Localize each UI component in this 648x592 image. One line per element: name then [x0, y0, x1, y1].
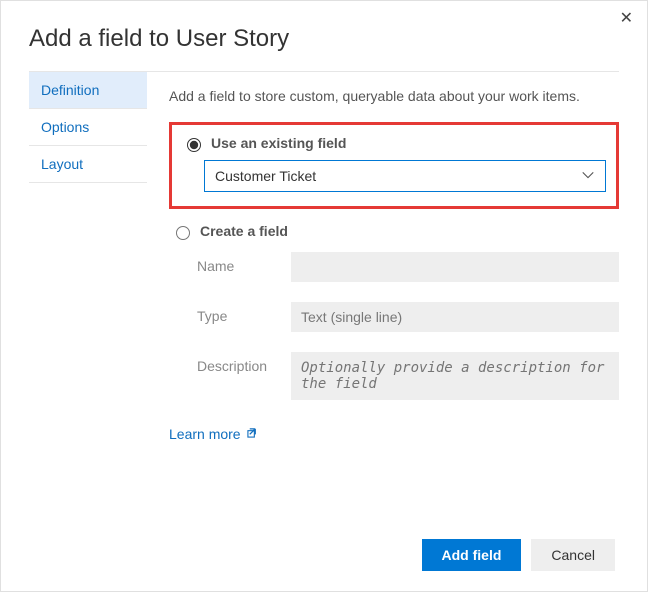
- learn-more-label: Learn more: [169, 426, 241, 442]
- add-field-button[interactable]: Add field: [422, 539, 522, 571]
- close-icon[interactable]: ✕: [620, 11, 633, 27]
- dialog-body: Definition Options Layout Add a field to…: [1, 72, 647, 442]
- sidebar-item-layout[interactable]: Layout: [29, 146, 147, 183]
- external-link-icon: [247, 427, 258, 441]
- sidebar-item-definition[interactable]: Definition: [29, 72, 147, 109]
- type-label: Type: [197, 302, 291, 324]
- content-panel: Add a field to store custom, queryable d…: [147, 72, 647, 442]
- sidebar-item-label: Layout: [41, 156, 83, 172]
- use-existing-radio[interactable]: [187, 138, 201, 152]
- use-existing-radio-row: Use an existing field: [182, 135, 606, 152]
- create-field-radio-row: Create a field: [171, 223, 619, 240]
- existing-field-section: Use an existing field Customer Ticket: [169, 122, 619, 209]
- learn-more-link[interactable]: Learn more: [169, 426, 258, 442]
- sidebar-item-label: Definition: [41, 82, 99, 98]
- description-row: Description: [197, 352, 619, 400]
- description-input[interactable]: [291, 352, 619, 400]
- type-value: Text (single line): [301, 309, 402, 325]
- create-field-label: Create a field: [200, 223, 288, 239]
- dialog-footer: Add field Cancel: [422, 539, 615, 571]
- add-field-dialog: ✕ Add a field to User Story Definition O…: [0, 0, 648, 592]
- create-field-radio[interactable]: [176, 226, 190, 240]
- description-label: Description: [197, 352, 291, 374]
- sidebar-item-label: Options: [41, 119, 89, 135]
- name-row: Name: [197, 252, 619, 282]
- cancel-button[interactable]: Cancel: [531, 539, 615, 571]
- name-input[interactable]: [291, 252, 619, 282]
- use-existing-label: Use an existing field: [211, 135, 346, 151]
- type-select[interactable]: Text (single line): [291, 302, 619, 332]
- name-label: Name: [197, 252, 291, 274]
- sidebar-item-options[interactable]: Options: [29, 109, 147, 146]
- chevron-down-icon: [581, 168, 595, 185]
- sidebar: Definition Options Layout: [29, 72, 147, 442]
- helper-text: Add a field to store custom, queryable d…: [169, 88, 619, 104]
- existing-field-select[interactable]: Customer Ticket: [204, 160, 606, 192]
- create-field-section: Create a field Name Type Text (single li…: [169, 223, 619, 400]
- dialog-title: Add a field to User Story: [1, 1, 647, 71]
- existing-field-value: Customer Ticket: [215, 168, 316, 184]
- type-row: Type Text (single line): [197, 302, 619, 332]
